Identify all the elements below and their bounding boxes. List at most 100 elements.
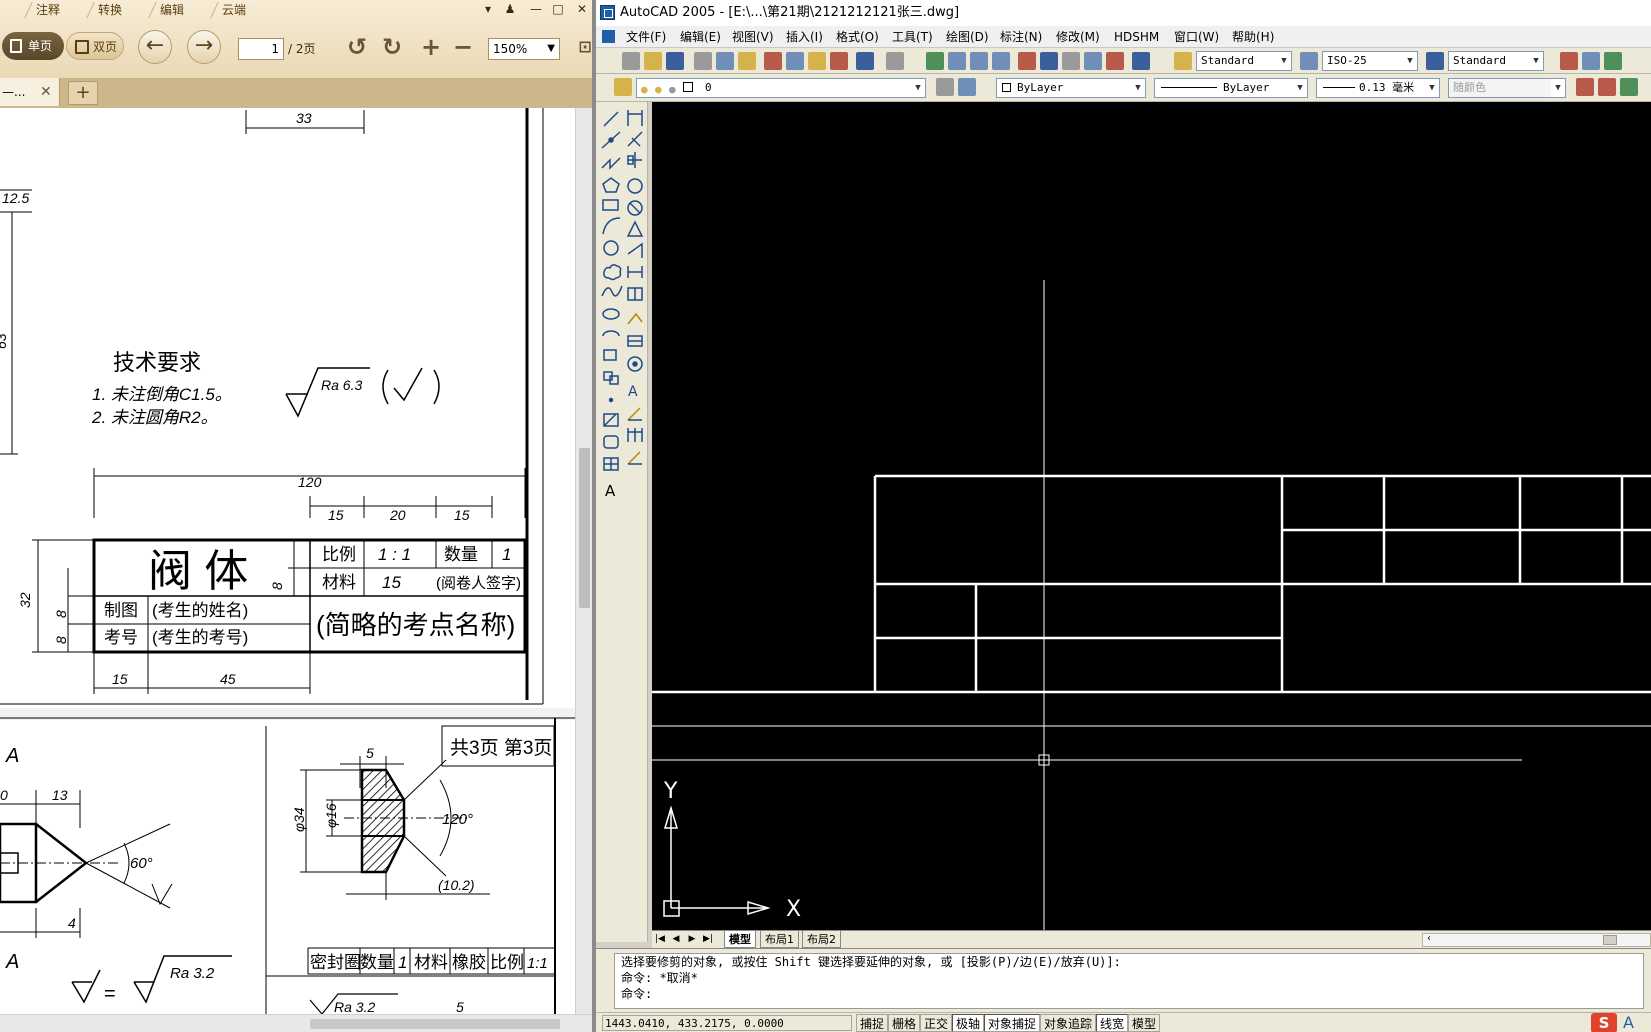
lineweight-select[interactable]: 0.13 毫米 ▼ bbox=[1316, 78, 1440, 98]
command-history[interactable]: 选择要修剪的对象, 或按住 Shift 键选择要延伸的对象, 或 [投影(P)/… bbox=[614, 953, 1644, 1009]
canvas-scroll-thumb[interactable] bbox=[1603, 935, 1617, 945]
canvas-horizontal-scrollbar[interactable]: ‹ bbox=[1422, 933, 1651, 947]
menu-tools[interactable]: 工具(T) bbox=[892, 26, 933, 48]
match-properties-icon[interactable] bbox=[830, 52, 848, 70]
pdf-horizontal-scroll-thumb[interactable] bbox=[310, 1019, 560, 1029]
menu-tab-cloud[interactable]: 云端 bbox=[216, 0, 252, 20]
status-osnap[interactable]: 对象捕捉 bbox=[984, 1014, 1041, 1032]
menu-edit[interactable]: 编辑(E) bbox=[680, 26, 721, 48]
save-icon[interactable] bbox=[666, 52, 684, 70]
document-tab[interactable]: —... ✕ bbox=[0, 78, 60, 106]
back-arrow-icon[interactable]: ← bbox=[138, 30, 172, 64]
zoom-select[interactable]: 150% ▼ bbox=[488, 38, 560, 60]
layer-previous-icon[interactable] bbox=[958, 78, 976, 96]
dropdown-icon[interactable]: ▾ bbox=[480, 1, 496, 17]
pan-icon[interactable] bbox=[926, 52, 944, 70]
zoom-realtime-icon[interactable] bbox=[948, 52, 966, 70]
layer-select[interactable]: ● ● ● 0 ▼ bbox=[636, 78, 926, 98]
zoom-previous-icon[interactable] bbox=[992, 52, 1010, 70]
menu-window[interactable]: 窗口(W) bbox=[1174, 26, 1219, 48]
minimize-icon[interactable]: — bbox=[528, 1, 544, 17]
skin-icon[interactable]: ♟ bbox=[502, 1, 518, 17]
help-icon[interactable] bbox=[1132, 52, 1150, 70]
drawing-canvas[interactable]: X Y bbox=[652, 102, 1651, 930]
linetype-select[interactable]: ByLayer ▼ bbox=[1154, 78, 1308, 98]
menu-tab-annotate[interactable]: 注释 bbox=[30, 0, 66, 20]
tab-layout1[interactable]: 布局1 bbox=[760, 931, 799, 948]
print-preview-icon[interactable] bbox=[716, 52, 734, 70]
design-center-icon[interactable] bbox=[1040, 52, 1058, 70]
rotate-left-icon[interactable]: ↺ bbox=[344, 34, 370, 60]
print-icon[interactable] bbox=[694, 52, 712, 70]
menu-draw[interactable]: 绘图(D) bbox=[946, 26, 989, 48]
status-ortho[interactable]: 正交 bbox=[920, 1014, 953, 1032]
zoom-in-icon[interactable]: + bbox=[418, 34, 444, 60]
menu-tab-convert[interactable]: 转换 bbox=[92, 0, 128, 20]
zoom-out-icon[interactable]: − bbox=[450, 34, 476, 60]
open-file-icon[interactable] bbox=[644, 52, 662, 70]
menu-view[interactable]: 视图(V) bbox=[732, 26, 774, 48]
fit-page-icon[interactable]: ⊡ bbox=[572, 34, 592, 60]
forward-arrow-icon[interactable]: → bbox=[187, 30, 221, 64]
new-file-icon[interactable] bbox=[622, 52, 640, 70]
prev-tab-icon[interactable]: ◀ bbox=[670, 933, 682, 946]
next-tab-icon[interactable]: ▶ bbox=[686, 933, 698, 946]
pdf-page-view[interactable]: 33 12.5 63 技术要求 1. 未注倒角C1.5。 2. 未注圆角R2。 … bbox=[0, 108, 575, 1014]
tool-palettes-icon[interactable] bbox=[1062, 52, 1080, 70]
status-lineweight[interactable]: 线宽 bbox=[1096, 1014, 1129, 1032]
document-icon[interactable] bbox=[602, 30, 615, 43]
menu-format[interactable]: 格式(O) bbox=[836, 26, 879, 48]
zoom-window-icon[interactable] bbox=[970, 52, 988, 70]
dimension-arc-icon[interactable] bbox=[1620, 78, 1638, 96]
inquiry-icon[interactable] bbox=[1604, 52, 1622, 70]
markup-icon[interactable] bbox=[1106, 52, 1124, 70]
close-icon[interactable]: ✕ bbox=[574, 1, 590, 17]
dimension-linear-icon[interactable] bbox=[1576, 78, 1594, 96]
publish-icon[interactable] bbox=[738, 52, 756, 70]
new-tab-button[interactable]: + bbox=[68, 81, 98, 105]
copy-icon[interactable] bbox=[786, 52, 804, 70]
menu-dimension[interactable]: 标注(N) bbox=[1000, 26, 1042, 48]
double-page-button[interactable]: 双页 bbox=[66, 32, 124, 60]
paste-icon[interactable] bbox=[808, 52, 826, 70]
cut-icon[interactable] bbox=[764, 52, 782, 70]
single-page-button[interactable]: 单页 bbox=[2, 32, 64, 60]
dim-style-icon[interactable] bbox=[1300, 52, 1318, 70]
maximize-icon[interactable]: □ bbox=[550, 1, 566, 17]
menu-insert[interactable]: 插入(I) bbox=[786, 26, 823, 48]
text-style-select[interactable]: Standard ▼ bbox=[1196, 51, 1292, 71]
menu-tab-edit[interactable]: 编辑 bbox=[154, 0, 190, 20]
redo-icon[interactable] bbox=[886, 52, 904, 70]
layer-tool-icon[interactable] bbox=[1560, 52, 1578, 70]
layer-manager-icon[interactable] bbox=[614, 78, 632, 96]
dim-style-select[interactable]: ISO-25 ▼ bbox=[1322, 51, 1418, 71]
undo-icon[interactable] bbox=[856, 52, 874, 70]
text-style-icon[interactable] bbox=[1174, 52, 1192, 70]
make-layer-current-icon[interactable] bbox=[936, 78, 954, 96]
properties-icon[interactable] bbox=[1018, 52, 1036, 70]
last-tab-icon[interactable]: ▶| bbox=[702, 933, 714, 946]
ime-indicator[interactable]: S A bbox=[1591, 1013, 1647, 1032]
dimension-aligned-icon[interactable] bbox=[1598, 78, 1616, 96]
menu-hdshm[interactable]: HDSHM bbox=[1114, 26, 1159, 48]
pdf-horizontal-scrollbar[interactable] bbox=[0, 1014, 592, 1032]
menu-modify[interactable]: 修改(M) bbox=[1056, 26, 1100, 48]
pdf-vertical-scroll-thumb[interactable] bbox=[579, 448, 590, 608]
page-number-input[interactable]: 1 bbox=[238, 38, 284, 60]
status-polar[interactable]: 极轴 bbox=[952, 1014, 985, 1032]
table-style-icon[interactable] bbox=[1426, 52, 1444, 70]
tab-model[interactable]: 模型 bbox=[724, 931, 756, 948]
status-grid[interactable]: 栅格 bbox=[888, 1014, 921, 1032]
status-otrack[interactable]: 对象追踪 bbox=[1040, 1014, 1097, 1032]
table-style-select[interactable]: Standard ▼ bbox=[1448, 51, 1544, 71]
status-snap[interactable]: 捕捉 bbox=[856, 1014, 889, 1032]
color-select[interactable]: ByLayer ▼ bbox=[996, 78, 1146, 98]
scroll-left-icon[interactable]: ‹ bbox=[1427, 933, 1431, 944]
rotate-right-icon[interactable]: ↻ bbox=[379, 34, 405, 60]
menu-help[interactable]: 帮助(H) bbox=[1232, 26, 1274, 48]
sheet-set-icon[interactable] bbox=[1084, 52, 1102, 70]
tab-layout2[interactable]: 布局2 bbox=[802, 931, 841, 948]
menu-file[interactable]: 文件(F) bbox=[626, 26, 666, 48]
status-model[interactable]: 模型 bbox=[1128, 1014, 1161, 1032]
coordinate-readout[interactable]: 1443.0410, 433.2175, 0.0000 bbox=[602, 1015, 852, 1031]
